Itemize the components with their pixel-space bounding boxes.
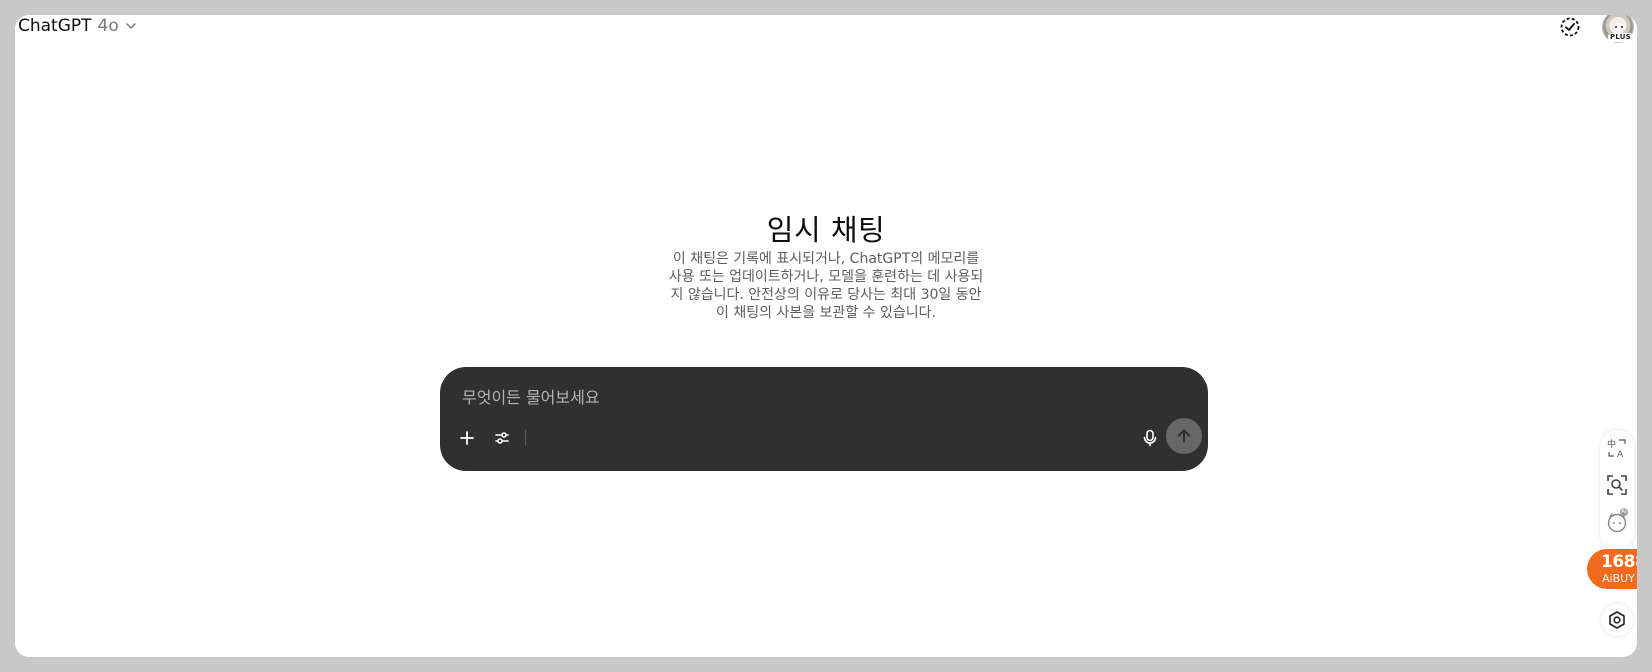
avatar-eye — [1615, 26, 1617, 28]
page-title: 임시 채팅 — [766, 213, 886, 247]
screen-search-button[interactable] — [1605, 473, 1629, 497]
hexagon-settings-icon — [1609, 611, 1625, 629]
send-button[interactable] — [1166, 418, 1202, 454]
plus-plan-badge: PLUS — [1608, 33, 1633, 42]
plus-icon — [460, 431, 474, 445]
arrow-up-icon — [1178, 429, 1190, 443]
ai-assistant-button[interactable]: AI — [1605, 508, 1629, 534]
dictate-button[interactable] — [1136, 424, 1164, 452]
app-name: ChatGPT — [18, 16, 92, 36]
message-input-placeholder[interactable]: 무엇이든 물어보세요 — [462, 384, 600, 408]
temporary-chat-check-icon[interactable] — [1558, 15, 1582, 39]
microphone-icon — [1143, 429, 1157, 447]
svg-text:A: A — [1617, 450, 1624, 459]
translate-icon: 中 A — [1607, 438, 1626, 459]
sliders-icon — [495, 432, 509, 444]
temporary-chat-description: 이 채팅은 기록에 표시되거나, ChatGPT의 메모리를 사용 또는 업데이… — [668, 251, 984, 321]
avatar-dog-face — [1613, 23, 1625, 32]
aibuy-button[interactable]: 1688 AiBUY — [1587, 549, 1637, 589]
avatar-eye — [1621, 26, 1623, 28]
model-name: 4o — [97, 16, 119, 36]
tools-button[interactable] — [488, 424, 516, 452]
chat-page: ChatGPT 4o PLUS 임시 채팅 이 채팅은 기록에 표시되거나, C… — [15, 15, 1637, 657]
add-attachment-button[interactable] — [453, 424, 481, 452]
aibuy-label: AiBUY — [1602, 572, 1635, 585]
translate-button[interactable]: 中 A — [1605, 436, 1629, 460]
screen-search-icon — [1607, 475, 1627, 495]
toolbar-divider — [525, 430, 526, 446]
model-switcher[interactable]: ChatGPT 4o — [18, 15, 137, 37]
extension-settings-button[interactable] — [1601, 604, 1633, 636]
chevron-down-icon — [126, 23, 136, 29]
aibuy-number: 1688 — [1601, 552, 1637, 572]
extension-toolbar: 中 A AI — [1600, 430, 1634, 550]
ai-badge: AI — [1620, 508, 1628, 516]
svg-text:中: 中 — [1607, 438, 1616, 450]
message-composer[interactable]: 무엇이든 물어보세요 — [440, 367, 1208, 471]
